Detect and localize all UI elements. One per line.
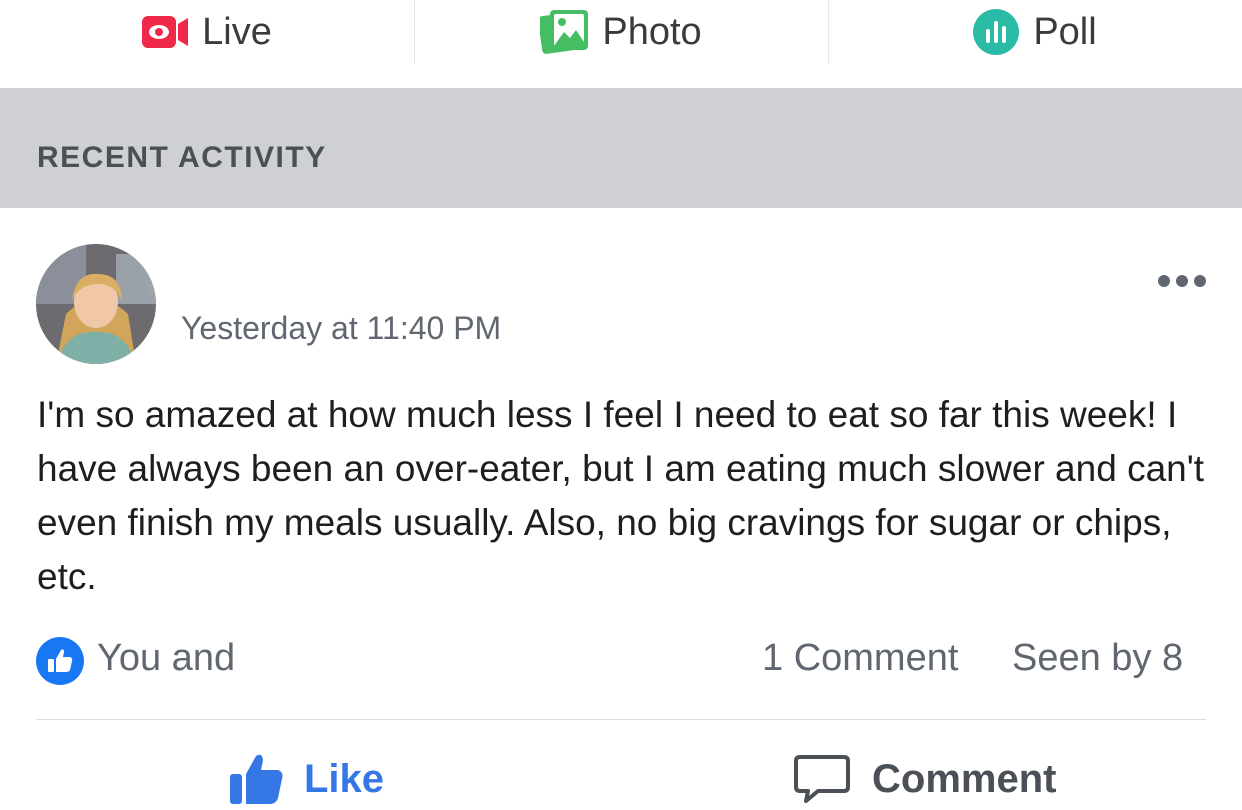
composer-actions: Live Photo Poll — [0, 0, 1242, 88]
thumbs-up-icon — [230, 754, 283, 804]
seen-by[interactable]: Seen by 8 — [1012, 637, 1183, 680]
more-options-icon[interactable] — [1157, 272, 1207, 290]
poll-label: Poll — [1033, 10, 1097, 53]
comment-bubble-icon — [794, 755, 850, 803]
live-button[interactable]: Live — [0, 0, 414, 64]
live-video-icon — [142, 16, 189, 48]
post-timestamp[interactable]: Yesterday at 11:40 PM — [181, 310, 501, 347]
comment-button[interactable]: Comment — [794, 748, 1056, 810]
comment-count[interactable]: 1 Comment — [762, 637, 958, 680]
photo-button[interactable]: Photo — [414, 0, 828, 64]
photo-label: Photo — [602, 10, 702, 53]
comment-label: Comment — [872, 756, 1057, 801]
live-label: Live — [202, 10, 272, 53]
photo-icon — [540, 10, 589, 54]
avatar[interactable] — [36, 244, 156, 364]
divider — [36, 719, 1206, 720]
avatar-image — [36, 244, 156, 364]
like-button[interactable]: Like — [228, 748, 384, 810]
like-badge-icon — [36, 637, 84, 685]
like-label: Like — [304, 756, 385, 801]
poll-button[interactable]: Poll — [828, 0, 1242, 64]
poll-icon — [973, 9, 1020, 55]
post-text: I'm so amazed at how much less I feel I … — [37, 394, 1205, 597]
reactions-summary[interactable]: You and — [97, 637, 235, 680]
author-name-redacted — [172, 238, 592, 302]
section-title: RECENT ACTIVITY — [37, 141, 327, 174]
